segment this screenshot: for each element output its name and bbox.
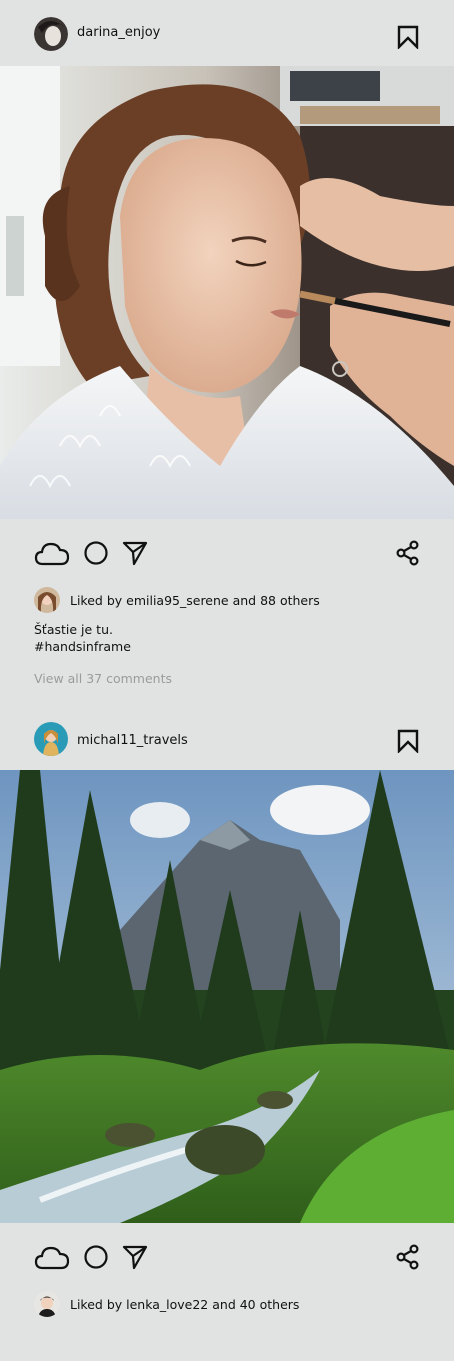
circle-comment-icon[interactable] xyxy=(83,1244,109,1270)
share-icon[interactable] xyxy=(395,540,421,566)
liker-avatar[interactable] xyxy=(34,587,60,613)
user-avatar[interactable] xyxy=(34,17,68,51)
share-icon[interactable] xyxy=(395,1244,421,1270)
bookmark-icon[interactable] xyxy=(396,25,420,50)
post-header: darina_enjoy xyxy=(0,0,454,66)
liker-avatar[interactable] xyxy=(34,1291,60,1317)
post-header: michal11_travels xyxy=(0,704,454,770)
send-arrow-icon[interactable] xyxy=(122,1244,148,1270)
username[interactable]: darina_enjoy xyxy=(77,25,160,41)
post-actions xyxy=(0,1223,454,1289)
caption-hashtag[interactable]: #handsinframe xyxy=(34,638,131,655)
cloud-like-icon[interactable] xyxy=(34,1243,70,1271)
send-arrow-icon[interactable] xyxy=(122,540,148,566)
post-photo[interactable] xyxy=(0,66,454,519)
username[interactable]: michal11_travels xyxy=(77,733,188,749)
likes-row: Liked by lenka_love22 and 40 others xyxy=(0,1289,454,1321)
bookmark-icon[interactable] xyxy=(396,729,420,754)
post-photo[interactable] xyxy=(0,770,454,1223)
post-card: darina_enjoy Liked by emilia95_serene an… xyxy=(0,0,454,700)
likes-count-text[interactable]: Liked by emilia95_serene and 88 others xyxy=(70,593,320,609)
caption-text: Šťastie je tu. xyxy=(34,622,113,637)
cloud-like-icon[interactable] xyxy=(34,539,70,567)
post-card: michal11_travels Liked by lenka_love22 a… xyxy=(0,704,454,1361)
likes-row: Liked by emilia95_serene and 88 others xyxy=(0,585,454,617)
post-actions xyxy=(0,519,454,585)
user-avatar[interactable] xyxy=(34,722,68,756)
likes-count-text[interactable]: Liked by lenka_love22 and 40 others xyxy=(70,1297,299,1313)
view-comments-link[interactable]: View all 37 comments xyxy=(34,671,172,686)
post-caption: Šťastie je tu. #handsinframe xyxy=(34,621,131,655)
circle-comment-icon[interactable] xyxy=(83,540,109,566)
